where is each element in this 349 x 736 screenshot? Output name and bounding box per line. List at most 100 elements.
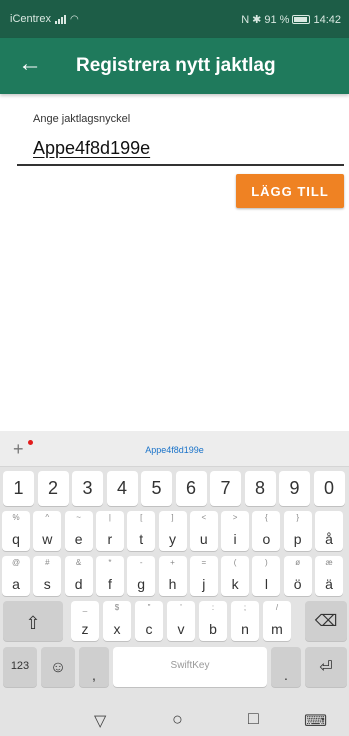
key-8[interactable]: 8 [244,471,276,506]
key-label: i [233,531,237,547]
key-c[interactable]: " c [135,601,163,641]
key-9[interactable]: 9 [279,471,310,506]
key-alt-label: > [232,513,238,522]
key-alt-label: ' [180,603,182,612]
nav-back-icon[interactable]: ▽ [94,711,106,731]
key-alt-label: - [139,558,143,567]
key-n[interactable]: ; n [231,601,259,641]
key-label: j [202,576,206,592]
space-logo: SwiftKey [170,660,210,671]
key-s[interactable]: # s [33,556,62,596]
numbers-key[interactable]: 123 [3,647,37,687]
key-label: t [139,531,144,547]
key-alt-label: _ [82,603,88,612]
key-r[interactable]: | r [95,511,124,551]
nav-keyboard-icon[interactable]: ⌨ [304,711,327,731]
backspace-icon: ⌫ [314,613,338,630]
nav-home-icon[interactable]: ○ [172,709,183,730]
back-arrow-icon[interactable]: ← [18,52,42,76]
key-y[interactable]: ] y [158,511,187,551]
key-j[interactable]: = j [189,556,218,596]
key-7[interactable]: 7 [210,471,241,506]
key-label: k [231,576,239,592]
key-o[interactable]: {o [252,511,281,551]
key-label: 4 [116,478,127,498]
enter-icon: ⏎ [319,659,333,676]
status-bar: iCentrex ◠ N ✱ 91 % 14:42 [0,0,349,38]
emoji-icon: ☺ [49,659,67,676]
key-alt-label: ; [243,603,247,612]
key-5[interactable]: 5 [141,471,172,506]
key-alt-label: & [75,558,82,567]
key-v[interactable]: ' v [167,601,195,641]
key-a[interactable]: @ a [2,556,30,596]
key-label: w [42,531,53,547]
shift-key[interactable]: ⇧ [3,601,63,641]
key-ä[interactable]: æä [315,556,343,596]
key-e[interactable]: ~ e [64,511,93,551]
key-g[interactable]: -g [127,556,156,596]
period-key[interactable]: . [271,647,301,687]
key-å[interactable]: å [315,511,343,551]
key-m[interactable]: / m [263,601,291,641]
key-0[interactable]: 0 [313,471,345,506]
key-f[interactable]: * f [95,556,124,596]
carrier-name: iCentrex [10,13,51,25]
key-2[interactable]: 2 [37,471,69,506]
key-1[interactable]: 1 [3,471,34,506]
key-z[interactable]: _ z [71,601,99,641]
key-label: . [284,667,288,683]
input-underline [17,164,344,166]
key-label: l [264,576,268,592]
key-b[interactable]: :b [199,601,227,641]
bluetooth-icon: ✱ [252,14,262,26]
key-label: 7 [220,478,231,498]
key-4[interactable]: 4 [106,471,138,506]
key-label: n [241,621,249,637]
key-input[interactable]: Appe4f8d199e [33,138,150,159]
key-d[interactable]: & d [64,556,93,596]
key-label: f [107,576,112,592]
key-l[interactable]: ) l [252,556,281,596]
key-t[interactable]: [t [127,511,156,551]
key-label: v [177,621,185,637]
key-alt-label: " [147,603,151,612]
add-button[interactable]: LÄGG TILL [236,174,344,208]
key-k[interactable]: (k [221,556,250,596]
key-label: a [12,576,20,592]
key-label: c [145,621,153,637]
key-alt-label: = [201,558,207,567]
key-label: e [74,531,83,547]
key-label: r [107,531,113,547]
key-label: h [168,576,177,592]
key-3[interactable]: 3 [72,471,103,506]
key-alt-label: : [211,603,215,612]
key-h[interactable]: + h [158,556,187,596]
backspace-key[interactable]: ⌫ [305,601,347,641]
key-label: 2 [47,478,58,498]
key-i[interactable]: > i [221,511,250,551]
key-x[interactable]: $ x [103,601,131,641]
key-alt-label: | [108,513,111,522]
key-p[interactable]: } p [283,511,312,551]
key-label: z [81,621,89,637]
enter-key[interactable]: ⏎ [305,647,347,687]
space-key[interactable]: SwiftKey [113,647,267,687]
key-label: m [271,621,283,637]
page-title: Registrera nytt jaktlag [76,55,276,76]
key-q[interactable]: % q [2,511,30,551]
key-w[interactable]: ^ w [33,511,62,551]
emoji-key[interactable]: ☺ [41,647,75,687]
key-alt-label: ] [171,513,174,522]
clock: 14:42 [313,13,341,26]
key-alt-label: ( [233,558,237,567]
key-label: 9 [289,478,300,498]
key-ö[interactable]: øö [283,556,312,596]
suggestion-word[interactable]: Appe4f8d199e [0,445,349,455]
key-u[interactable]: < u [189,511,218,551]
nav-recents-icon[interactable]: □ [248,708,259,729]
key-label: 3 [82,478,93,498]
key-alt-label: @ [11,558,21,567]
key-6[interactable]: 6 [175,471,207,506]
comma-key[interactable]: , [79,647,109,687]
